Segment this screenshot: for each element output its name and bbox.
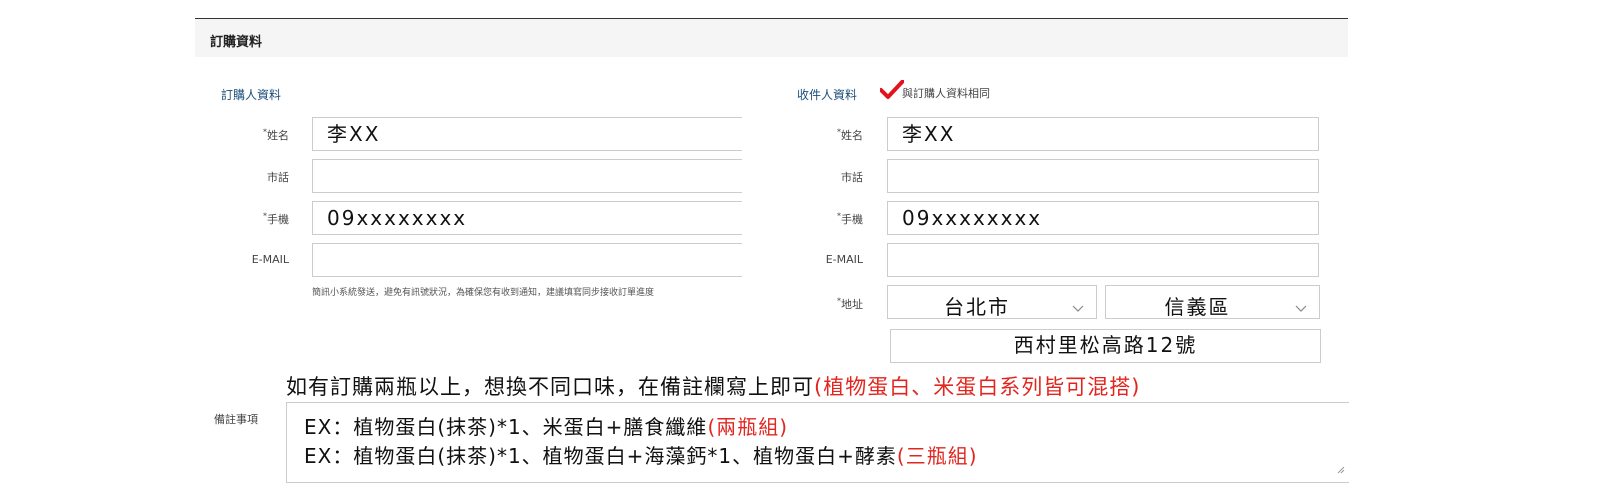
remark-text: EX：植物蛋白(抹茶)*1、植物蛋白+海藻鈣*1、植物蛋白+酵素 <box>304 444 897 468</box>
orderer-name-input[interactable]: 李XX <box>312 117 742 151</box>
city-select[interactable]: 台北市 <box>887 285 1097 319</box>
chevron-down-icon <box>1072 298 1084 317</box>
orderer-email-label: E-MAIL <box>251 253 289 266</box>
remark-line: EX：植物蛋白(抹茶)*1、米蛋白+膳食纖維(兩瓶組) <box>304 411 788 440</box>
same-as-orderer-label: 與訂購人資料相同 <box>902 87 990 100</box>
remark-highlight: (兩瓶組) <box>707 415 789 439</box>
orderer-name-label: *姓名 <box>263 127 289 142</box>
street-address-input[interactable]: 西村里松高路12號 <box>890 329 1321 363</box>
district-select-value: 信義區 <box>1164 295 1231 319</box>
city-select-value: 台北市 <box>944 295 1010 319</box>
recipient-section-label: 收件人資料 <box>797 88 858 102</box>
instruction-text: 如有訂購兩瓶以上，想換不同口味，在備註欄寫上即可 <box>286 375 814 399</box>
checkmark-icon <box>879 79 905 104</box>
orderer-phone-input[interactable] <box>312 159 742 193</box>
orderer-mobile-label: *手機 <box>263 211 289 226</box>
recipient-email-label: E-MAIL <box>825 253 863 266</box>
recipient-address-label: *地址 <box>837 296 863 311</box>
sms-notice: 簡訊小系統發送，避免有訊號狀況，為確保您有收到通知，建議填寫同步接收訂單進度 <box>312 288 655 298</box>
order-info-header: 訂購資料 <box>195 18 1348 57</box>
district-select[interactable]: 信義區 <box>1105 285 1320 319</box>
remark-highlight: (三瓶組) <box>896 444 978 468</box>
orderer-mobile-input[interactable]: 09xxxxxxxx <box>312 201 742 235</box>
remarks-label: 備註事項 <box>214 413 258 426</box>
resize-handle-icon[interactable] <box>1337 459 1345 478</box>
remark-text: EX：植物蛋白(抹茶)*1、米蛋白+膳食纖維 <box>304 415 708 439</box>
orderer-section-label: 訂購人資料 <box>221 88 282 102</box>
orderer-email-input[interactable] <box>312 243 742 277</box>
remark-line: EX：植物蛋白(抹茶)*1、植物蛋白+海藻鈣*1、植物蛋白+酵素(三瓶組) <box>304 440 978 469</box>
orderer-phone-label: 市話 <box>267 171 289 184</box>
recipient-phone-input[interactable] <box>887 159 1319 193</box>
recipient-email-input[interactable] <box>887 243 1319 277</box>
recipient-name-label: *姓名 <box>837 127 863 142</box>
recipient-phone-label: 市話 <box>841 171 863 184</box>
instruction-highlight: (植物蛋白、米蛋白系列皆可混搭) <box>814 375 1141 399</box>
remarks-textarea[interactable]: EX：植物蛋白(抹茶)*1、米蛋白+膳食纖維(兩瓶組) EX：植物蛋白(抹茶)*… <box>286 402 1349 483</box>
mix-flavor-instruction: 如有訂購兩瓶以上，想換不同口味，在備註欄寫上即可(植物蛋白、米蛋白系列皆可混搭) <box>286 371 1140 401</box>
chevron-down-icon <box>1295 298 1307 317</box>
recipient-mobile-input[interactable]: 09xxxxxxxx <box>887 201 1319 235</box>
recipient-name-input[interactable]: 李XX <box>887 117 1319 151</box>
recipient-mobile-label: *手機 <box>837 211 863 226</box>
page-title: 訂購資料 <box>210 35 263 50</box>
